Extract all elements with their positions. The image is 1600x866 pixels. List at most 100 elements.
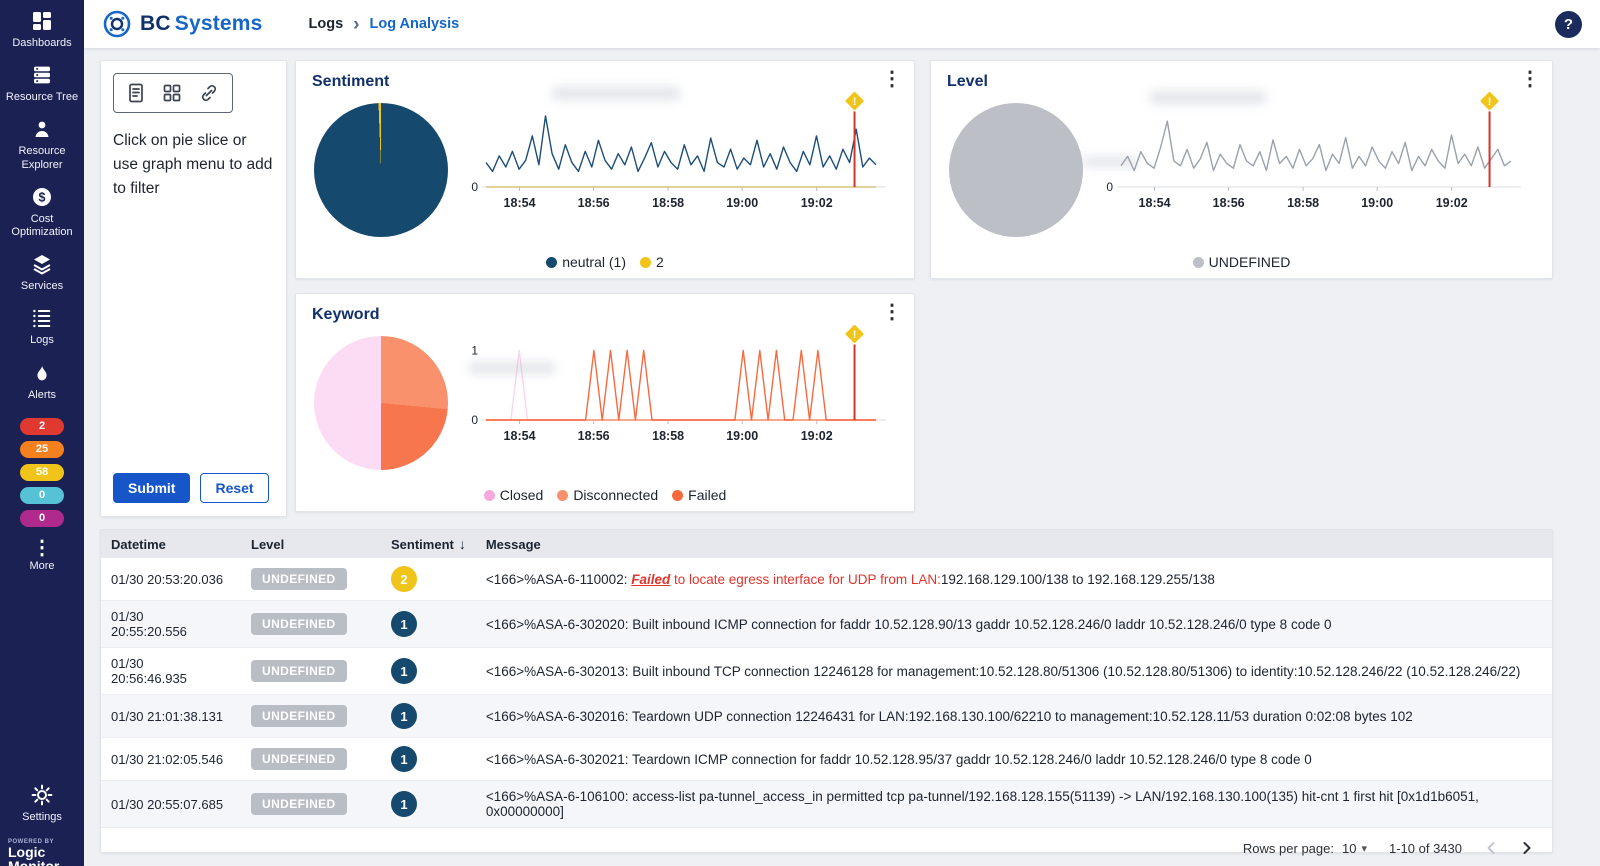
chart-title: Keyword [312, 306, 380, 323]
datetime-cell: 01/30 20:55:07.685 [111, 796, 224, 812]
sidebar-item-resource-explorer[interactable]: Resource Explorer [0, 118, 84, 171]
legend-dot [1192, 256, 1204, 268]
rows-per-page-select[interactable]: 10 ▾ [1342, 841, 1367, 856]
main-area: BC Systems Logs › Log Analysis ? Click o… [84, 0, 1600, 866]
grid-view-icon[interactable] [162, 83, 182, 103]
level-pie-chart[interactable] [949, 103, 1083, 237]
bc-systems-logo: BC Systems [102, 9, 263, 39]
previous-page-button[interactable] [1484, 840, 1498, 856]
column-header-message[interactable]: Message [475, 530, 1552, 558]
svg-text:18:58: 18:58 [652, 196, 684, 210]
chart-title: Sentiment [312, 73, 390, 90]
alert-count-badge[interactable]: 0 [20, 486, 64, 504]
sidebar-item-logs[interactable]: Logs [0, 307, 84, 347]
svg-text:1: 1 [471, 343, 478, 357]
logs-icon [33, 310, 51, 328]
log-table: Datetime Level Sentiment ↓ Message 01/30 … [101, 530, 1552, 828]
column-header-level[interactable]: Level [241, 530, 381, 558]
svg-text:19:00: 19:00 [726, 429, 758, 443]
link-icon[interactable] [198, 82, 220, 104]
svg-text:18:58: 18:58 [652, 429, 684, 443]
kebab-menu-icon[interactable]: ⋮ [882, 302, 902, 322]
sidebar-item-more[interactable]: ⋮ More [0, 538, 84, 573]
kebab-menu-icon[interactable]: ⋮ [1520, 69, 1540, 89]
document-icon[interactable] [126, 82, 146, 104]
table-row[interactable]: 01/30 20:55:07.685 UNDEFINED 1 <166>%ASA-6-… [101, 780, 1552, 828]
level-line-chart[interactable]: 0 18:54 18:56 18:58 19:00 19:02! [1091, 90, 1531, 229]
sidebar-item-alerts[interactable]: Alerts [0, 362, 84, 402]
sidebar-item-dashboards[interactable]: Dashboards [0, 10, 84, 50]
svg-text:!: ! [1488, 96, 1492, 108]
chart-legend: UNDEFINED [931, 254, 1552, 270]
keyword-pie-chart[interactable] [314, 336, 448, 470]
table-row[interactable]: 01/30 20:53:20.036 UNDEFINED 2 <166>%ASA-6-… [101, 558, 1552, 601]
sidebar-item-services[interactable]: Services [0, 253, 84, 293]
svg-text:18:56: 18:56 [578, 429, 610, 443]
filter-hint-text: Click on pie slice or use graph menu to … [113, 132, 273, 198]
bc-systems-logo-icon [103, 10, 131, 38]
chart-title: Level [947, 73, 988, 90]
kebab-menu-icon[interactable]: ⋮ [882, 69, 902, 89]
sidebar-item-resource-tree[interactable]: Resource Tree [0, 64, 84, 104]
filter-actions: Submit Reset [113, 473, 269, 503]
table-row[interactable]: 01/30 21:02:05.546 UNDEFINED 1 <166>%ASA-6-… [101, 738, 1552, 781]
svg-text:18:56: 18:56 [578, 196, 610, 210]
legend-item[interactable]: neutral (1) [546, 254, 626, 270]
message-cell: <166>%ASA-6-302021: Teardown ICMP connec… [485, 751, 1312, 767]
breadcrumb-log-analysis[interactable]: Log Analysis [370, 16, 460, 32]
table-row[interactable]: 01/30 20:55:20.556 UNDEFINED 1 <166>%ASA-6-3… [101, 600, 1552, 648]
alert-badges: 2 25 58 0 0 [20, 417, 64, 527]
next-page-button[interactable] [1520, 840, 1534, 856]
sidebar-item-label: Cost Optimization [11, 212, 73, 238]
keyword-line-chart[interactable]: 1 0 18:54 18:56 18:58 19:00 19:02! [456, 323, 896, 462]
level-badge: UNDEFINED [251, 748, 347, 770]
sidebar-item-settings[interactable]: Settings [0, 784, 84, 824]
legend-item[interactable]: Failed [672, 487, 726, 503]
log-table-card: Datetime Level Sentiment ↓ Message 01/30 … [100, 529, 1553, 856]
alert-count-badge[interactable]: 58 [20, 463, 64, 481]
sentiment-badge: 1 [391, 658, 417, 684]
legend-item[interactable]: 2 [640, 254, 664, 270]
sidebar-item-label: Settings [22, 811, 62, 824]
rows-per-page: Rows per page: 10 ▾ [1243, 841, 1367, 856]
table-row[interactable]: 01/30 21:01:38.131 UNDEFINED 1 <166>%ASA-6-… [101, 694, 1552, 738]
rows-per-page-label: Rows per page: [1242, 840, 1334, 856]
svg-text:0: 0 [1106, 180, 1113, 194]
legend-item[interactable]: UNDEFINED [1192, 254, 1290, 270]
page-range-label: 1-10 of 3430 [1388, 840, 1462, 856]
datetime-cell: 01/30 20:53:20.036 [111, 571, 224, 587]
alert-count-badge[interactable]: 2 [20, 417, 64, 435]
svg-text:19:00: 19:00 [1361, 196, 1393, 210]
chart-legend: Closed Disconnected Failed [296, 487, 914, 503]
legend-item[interactable]: Closed [483, 487, 543, 503]
sidebar-item-cost-optimization[interactable]: $ Cost Optimization [0, 186, 84, 239]
breadcrumb-logs[interactable]: Logs [309, 16, 344, 32]
app-root: Dashboards Resource Tree Resource Explor… [0, 0, 1600, 866]
submit-button[interactable]: Submit [113, 473, 191, 503]
resource-tree-icon [34, 66, 50, 84]
chevron-down-icon: ▾ [1361, 842, 1367, 855]
cost-optimization-icon: $ [33, 187, 51, 206]
legend-dot [546, 256, 558, 268]
alert-count-badge[interactable]: 25 [20, 440, 64, 458]
table-body: 01/30 20:53:20.036 UNDEFINED 2 <166>%ASA-6-… [101, 558, 1552, 828]
column-header-sentiment[interactable]: Sentiment ↓ [381, 530, 476, 558]
legend-dot [672, 489, 684, 501]
sentiment-badge: 1 [391, 791, 417, 817]
column-header-datetime[interactable]: Datetime [101, 530, 241, 558]
svg-text:18:54: 18:54 [504, 429, 536, 443]
sidebar: Dashboards Resource Tree Resource Explor… [0, 0, 84, 866]
sidebar-item-label: More [29, 559, 55, 572]
chevron-left-icon [1487, 842, 1495, 854]
powered-by-logicmonitor: POWERED BY Logic Monitor [0, 839, 84, 866]
alert-count-badge[interactable]: 0 [20, 509, 64, 527]
reset-button[interactable]: Reset [200, 473, 269, 503]
table-row[interactable]: 01/30 20:56:46.935 UNDEFINED 1 <166>%ASA-6-3… [101, 648, 1552, 695]
sentiment-pie-chart[interactable] [314, 103, 448, 237]
sentiment-badge: 2 [391, 566, 417, 592]
sentiment-line-chart[interactable]: 0 18:54 18:56 18:58 19:00 19:02! [456, 90, 896, 229]
sort-descending-icon: ↓ [458, 536, 466, 552]
help-button[interactable]: ? [1555, 10, 1582, 38]
datetime-cell: 01/30 21:01:38.131 [111, 708, 224, 724]
legend-item[interactable]: Disconnected [557, 487, 658, 503]
